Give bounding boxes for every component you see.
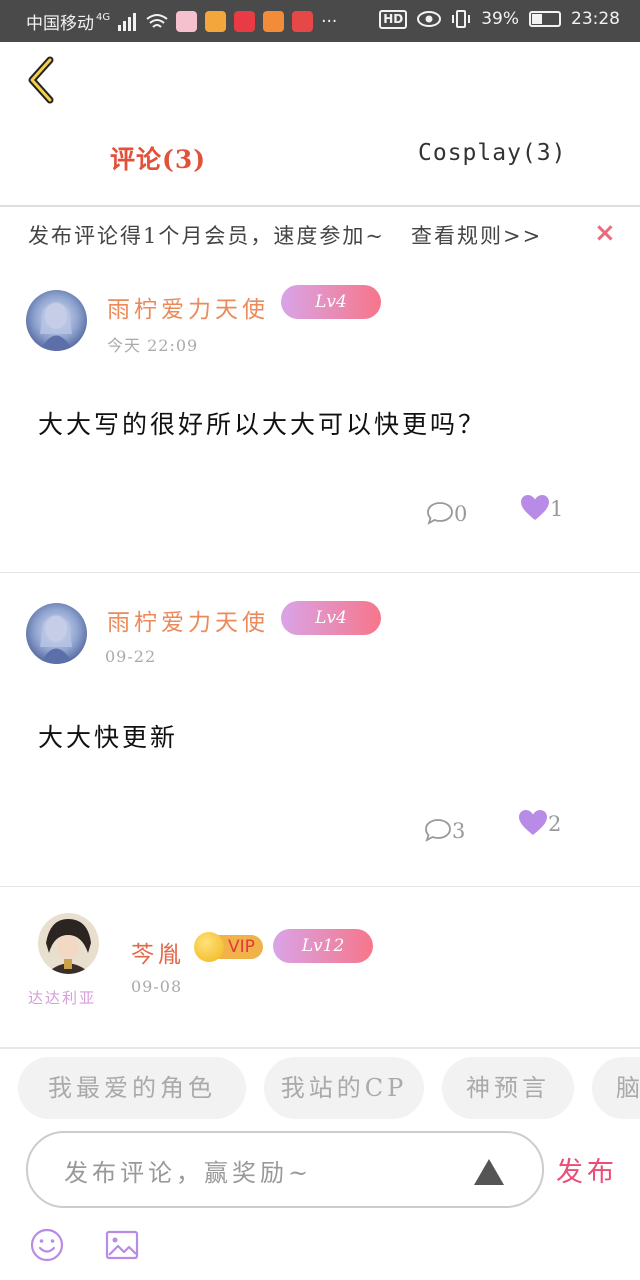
level-badge: Lv4 (281, 285, 381, 319)
app-notification-icon (292, 11, 314, 32)
comment-text: 大大快更新 (38, 723, 179, 752)
like-button[interactable]: 2 (518, 809, 561, 836)
network-label: 4G (96, 12, 111, 23)
reply-count: 3 (452, 819, 466, 843)
comment-time: 今天 22:09 (107, 336, 199, 355)
quick-tag[interactable]: 我最爱的角色 (18, 1057, 246, 1119)
username[interactable]: 雨柠爱力天使 (107, 290, 269, 324)
battery-icon (529, 11, 561, 27)
notice-banner: 发布评论得1个月会员，速度参加~ 查看规则>> × (0, 208, 640, 260)
wifi-icon (146, 13, 168, 28)
eye-icon (417, 11, 442, 27)
comment-item: 达达利亚 芩胤 VIP Lv12 09-08 (0, 887, 640, 1047)
user-avatar[interactable] (26, 603, 87, 664)
username[interactable]: 芩胤 (131, 935, 185, 969)
notice-text: 发布评论得1个月会员，速度参加~ 查看规则>> (28, 220, 542, 250)
expand-arrow-icon[interactable] (474, 1159, 504, 1185)
comment-item: 雨柠爱力天使 Lv4 今天 22:09 大大写的很好所以大大可以快更吗？ 0 1 (0, 260, 640, 572)
tab-bar: 评论(3) Cosplay(3) (0, 130, 640, 190)
reply-button[interactable]: 0 (426, 500, 467, 526)
image-icon (105, 1230, 139, 1260)
status-bar: 中国移动 4G ··· HD 39% 23:28 (0, 0, 640, 42)
notice-message: 发布评论得1个月会员，速度参加~ (28, 224, 385, 248)
heart-icon (519, 810, 547, 835)
header-divider (0, 205, 640, 207)
quick-tag-bar: 我最爱的角色 我站的CP 神预言 脑 (0, 1057, 640, 1119)
battery-percent: 39% (481, 9, 519, 29)
publish-button[interactable]: 发布 (556, 1150, 618, 1189)
clock: 23:28 (571, 9, 620, 29)
tab-cosplay[interactable]: Cosplay(3) (418, 140, 566, 166)
like-button[interactable]: 1 (520, 494, 563, 521)
chevron-left-icon (28, 56, 54, 104)
comment-time: 09-22 (105, 647, 157, 666)
crown-icon (194, 932, 224, 962)
username[interactable]: 雨柠爱力天使 (107, 603, 269, 637)
image-button[interactable] (105, 1230, 139, 1260)
quick-tag[interactable]: 脑 (592, 1057, 640, 1119)
comment-input-placeholder: 发布评论，赢奖励~ (64, 1159, 313, 1187)
quick-tag[interactable]: 神预言 (442, 1057, 574, 1119)
vibrate-icon (452, 10, 471, 28)
bottom-divider (0, 1047, 640, 1049)
level-badge: Lv12 (273, 929, 373, 963)
back-button[interactable] (22, 55, 62, 105)
fan-badge: 达达利亚 (28, 989, 97, 1007)
heart-icon (521, 495, 549, 520)
like-count: 2 (548, 812, 562, 836)
vip-badge: VIP (194, 932, 263, 962)
tab-comments[interactable]: 评论(3) (110, 140, 206, 176)
view-rules-link[interactable]: 查看规则>> (411, 224, 542, 248)
carrier-label: 中国移动 (26, 14, 94, 34)
quick-tag[interactable]: 我站的CP (264, 1057, 424, 1119)
comment-input[interactable]: 发布评论，赢奖励~ (26, 1131, 544, 1208)
level-badge: Lv4 (281, 601, 381, 635)
reply-count: 0 (454, 502, 468, 526)
reply-button[interactable]: 3 (424, 817, 465, 843)
app-notification-icon (205, 11, 227, 32)
emoji-button[interactable] (30, 1228, 64, 1262)
comment-bubble-icon (425, 819, 451, 842)
more-notifications-icon: ··· (321, 11, 338, 32)
user-avatar[interactable] (26, 290, 87, 351)
comment-item: 雨柠爱力天使 Lv4 09-22 大大快更新 3 2 (0, 573, 640, 886)
comment-bubble-icon (427, 502, 453, 525)
hd-icon: HD (379, 9, 408, 29)
signal-icon (118, 12, 137, 31)
battery-level-fill (532, 14, 542, 24)
like-count: 1 (550, 497, 564, 521)
comment-text: 大大写的很好所以大大可以快更吗？ (38, 410, 487, 439)
smiley-icon (30, 1228, 64, 1262)
comment-time: 09-08 (131, 977, 183, 996)
close-notice-button[interactable]: × (594, 218, 616, 248)
app-notification-icon (234, 11, 256, 32)
app-notification-icon (176, 11, 198, 32)
app-notification-icon (263, 11, 285, 32)
user-avatar[interactable] (38, 913, 99, 974)
